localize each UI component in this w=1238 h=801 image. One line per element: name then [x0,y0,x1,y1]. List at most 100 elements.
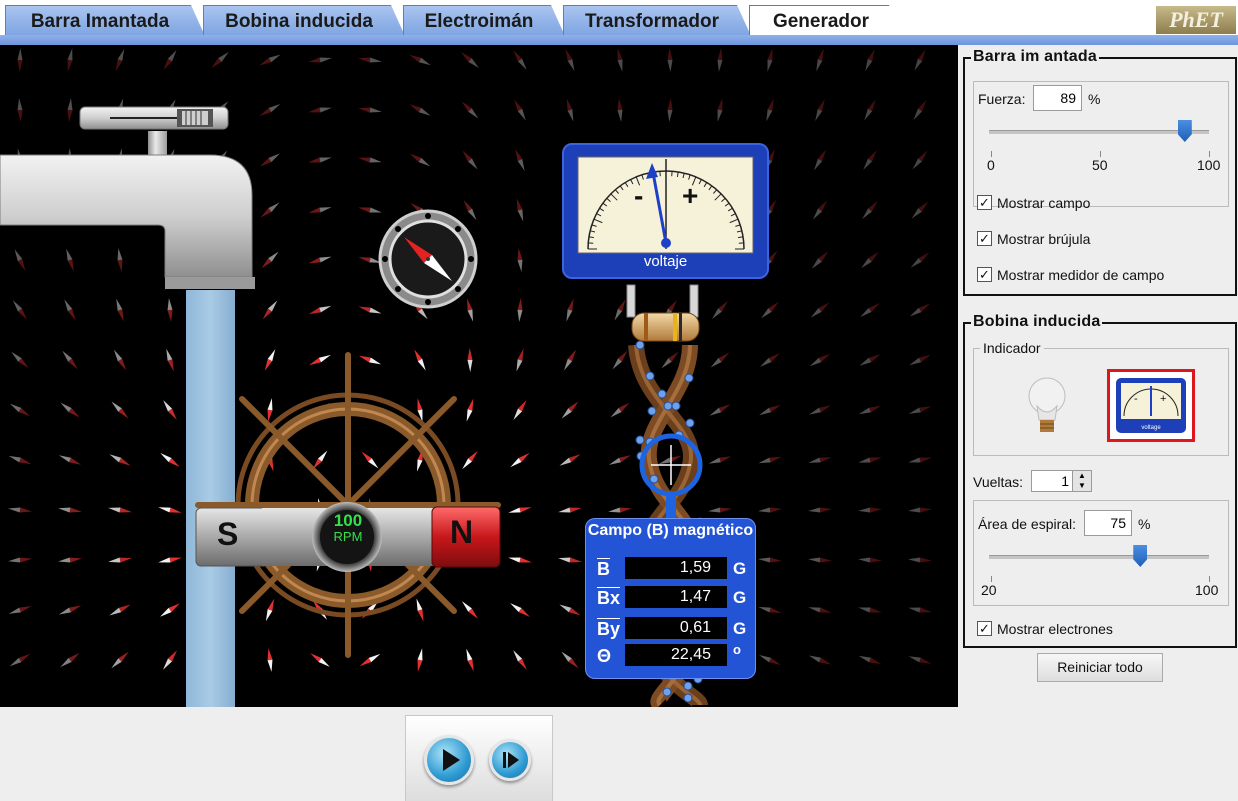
loops-spinner-down[interactable]: ▼ [1072,481,1091,491]
field-arrow [858,352,882,368]
field-arrow [863,48,877,72]
step-button[interactable] [489,739,531,781]
field-arrow [508,505,533,515]
phet-logo[interactable]: PhET [1156,6,1236,34]
voltmeter-indicator-option[interactable]: - + voltage [1107,369,1195,442]
play-button[interactable] [424,735,474,785]
field-arrow [858,507,882,514]
simulation-canvas[interactable]: 100 RPM S N [0,45,958,707]
field-arrow [108,505,133,514]
field-arrow [512,98,528,121]
field-arrow [808,403,832,417]
loop-area-slider-track[interactable] [989,555,1209,559]
rpm-readout: 100 RPM [318,512,378,544]
field-arrow [17,48,23,72]
show-electrons-checkbox[interactable]: ✓ [977,621,992,636]
field-arrow [159,601,182,619]
show-compass-checkbox[interactable]: ✓ [977,231,992,246]
field-arrow [667,48,673,72]
field-arrow [358,652,381,668]
field-arrow [908,507,932,514]
field-arrow [415,648,424,673]
field-arrow [159,451,181,469]
field-arrow [808,455,832,466]
field-arrow [8,506,32,514]
strength-input[interactable]: 89 [1033,85,1082,111]
faucet-flow-slider[interactable] [80,107,228,129]
loops-spinner-up[interactable]: ▲ [1072,471,1091,481]
field-arrow [58,603,82,617]
field-arrow [308,155,333,165]
show-field-checkbox[interactable]: ✓ [977,195,992,210]
loop-area-min-label: 20 [981,582,997,598]
field-meter-angle-label: Θ [597,646,611,667]
field-arrow [608,453,632,467]
tab-electromagnet[interactable]: Electroimán [403,5,565,36]
field-arrow [309,651,331,669]
field-arrow [814,48,826,72]
field-arrow [308,105,333,114]
field-arrow [260,250,281,270]
faucet [0,131,255,289]
voltmeter-minus: - [634,180,643,212]
field-arrow [308,254,332,266]
field-meter[interactable]: Campo (B) magnético B 1,59 G Bx 1,47 G B… [585,518,756,679]
tab-pickup-coil[interactable]: Bobina inducida [203,5,405,36]
field-arrow [908,557,932,563]
field-arrow [164,348,176,372]
playback-controls [405,715,553,801]
show-compass-label[interactable]: Mostrar brújula [997,231,1090,247]
field-arrow [758,653,782,668]
field-meter-bx-value: 1,47 [625,586,727,608]
field-arrow [511,399,528,422]
strength-min-label: 0 [987,157,995,173]
reset-all-button[interactable]: Reiniciar todo [1037,653,1163,682]
field-arrow [10,350,31,370]
field-arrow [858,403,882,416]
tab-transformer[interactable]: Transformador [563,5,751,36]
field-arrow [116,248,124,272]
field-arrow [558,505,583,514]
field-arrow [59,401,81,420]
field-arrow [560,650,581,670]
field-arrow [765,48,775,73]
field-arrow [615,48,625,73]
field-arrow [909,250,931,269]
field-arrow [64,248,76,272]
field-arrow [859,301,881,319]
field-visualization [0,45,958,707]
loop-area-unit: % [1138,516,1150,532]
field-arrow [908,455,933,465]
rpm-unit: RPM [318,530,378,544]
field-arrow [358,155,383,164]
svg-text:-: - [1134,393,1138,405]
field-arrow [860,199,879,220]
field-arrow [161,49,178,72]
field-arrow [113,48,126,72]
field-arrow [266,648,274,672]
show-field-label[interactable]: Mostrar campo [997,195,1090,211]
strength-slider-track[interactable] [989,130,1209,134]
field-arrow [858,455,883,465]
loop-area-input[interactable]: 75 [1084,510,1132,536]
show-electrons-label[interactable]: Mostrar electrones [997,621,1113,637]
field-arrow [562,348,578,371]
field-arrow [11,299,29,321]
field-arrow [908,605,933,614]
field-arrow [616,98,623,122]
tab-bar-magnet[interactable]: Barra Imantada [5,5,205,36]
field-arrow [813,98,827,122]
field-arrow [858,557,882,564]
field-arrow [358,205,383,215]
field-arrow [862,98,878,121]
field-arrow [461,199,478,222]
lightbulb-icon[interactable] [1027,372,1073,442]
field-arrow [758,557,782,564]
compass[interactable] [380,211,476,307]
show-field-meter-label[interactable]: Mostrar medidor de campo [997,267,1164,283]
field-arrow [764,98,776,122]
field-arrow [667,98,673,122]
show-field-meter-checkbox[interactable]: ✓ [977,267,992,282]
voltmeter[interactable]: - + voltaje [562,143,769,279]
field-arrow [464,648,476,672]
